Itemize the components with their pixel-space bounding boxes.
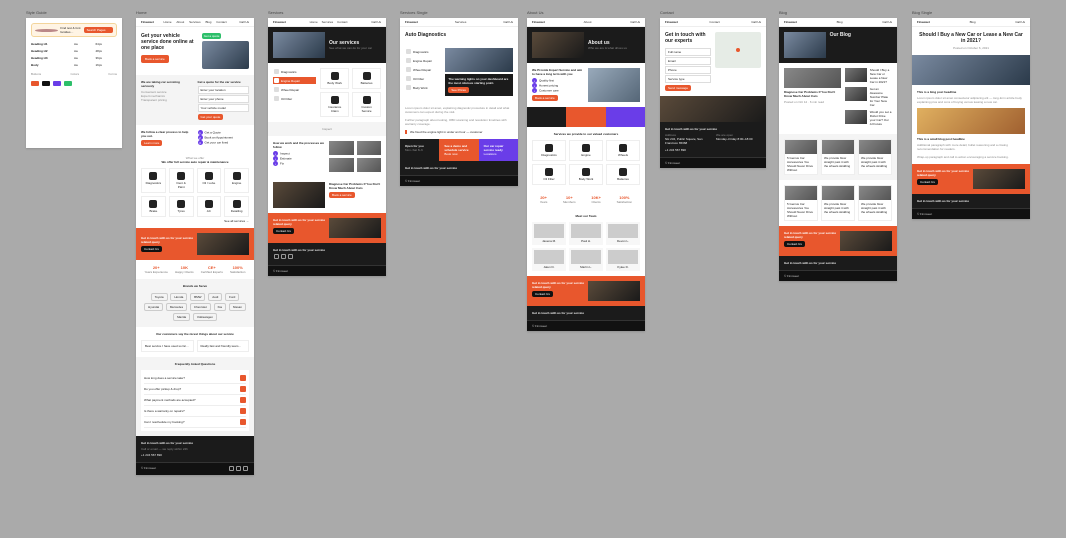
quote-submit[interactable]: Get your quote [198,114,224,120]
site-footer: © Finsweet [136,462,254,475]
artboard-services[interactable]: Services FinsweetHomeServicesContactCall… [268,18,386,276]
blog-grid-item[interactable]: 5 Genius Car Accessories You Should Neve… [784,139,818,175]
contact-submit[interactable]: Send message [665,85,691,91]
team-member[interactable]: Javena M. [532,222,566,245]
contact-field-name[interactable]: Full name [665,48,711,56]
hero-image [202,41,249,69]
featured-post-title[interactable]: Diagnose Car Problems If You Don't Know … [784,90,841,98]
sg-row-label: Heading H1 [31,42,74,46]
field-model[interactable]: Your vehicle model [198,104,250,112]
map[interactable] [715,32,761,68]
primary-nav: Home About Services Blog Contact [162,20,229,24]
service-sidebar: Diagnostics Engine Repair Wheel Repair O… [273,68,316,117]
artboard-blog-single[interactable]: Blog Single FinsweetBlogCall Us Should I… [912,18,1030,219]
sidebar-item[interactable]: Diagnostics [273,68,316,75]
field-phone[interactable]: Enter your phone [198,95,250,103]
blockquote: We fixed the engine light in under an ho… [405,130,513,134]
article-hero-image [912,55,1030,85]
search-button[interactable]: Search Pages [84,27,113,33]
field-location[interactable]: Enter your location [198,86,250,94]
testimonial-card: Best service I have used so far… [141,340,194,352]
logo[interactable]: Finsweet [141,20,154,24]
artboard-blog[interactable]: Blog FinsweetBlogCall Us Our Blog Diagno… [779,18,897,281]
see-all-link[interactable]: See all services → [141,219,249,223]
search-placeholder: Find text & font families… [60,26,83,34]
map-pin-icon [736,48,740,52]
faq-item[interactable]: How long does a service take? [144,373,246,384]
blog-side-item[interactable]: Should I Buy a New Car or Lease a New Ca… [845,68,892,84]
page-title: Auto Diagnostics [405,32,513,38]
hero-badge[interactable]: Get a quote [202,33,222,39]
expand-icon[interactable] [240,375,246,381]
hero-cta[interactable]: Book a service [141,55,169,63]
article-title: Should I Buy a New Car or Lease a New Ca… [917,32,1025,44]
stripe-image [197,233,249,255]
article-inline-image [917,108,1025,134]
color-swatches [31,81,117,87]
artboard-home[interactable]: Home Finsweet Home About Services Blog C… [136,18,254,475]
artboard-service-single[interactable]: Services Single FinsweetServicesCall Us … [400,18,518,186]
diagnostics-icon [274,69,279,74]
diagnostics-icon [149,172,157,180]
styleguide-search[interactable]: Find text & font families… Search Pages [31,23,117,37]
workshop-photo [660,96,766,122]
artboard-about[interactable]: About Us FinsweetAboutCall Us About usWh… [527,18,645,331]
artboard-styleguide[interactable]: Style Guide Find text & font families… S… [26,18,122,148]
artboard-contact[interactable]: Contact FinsweetContactCall Us Get in to… [660,18,766,168]
about-photo [588,68,640,102]
artboard-title: Style Guide [26,10,47,15]
hero-title: Get your vehicle service done online at … [141,33,198,51]
brand-chips: Toyota Honda BMW Audi Ford Hyundai Merce… [141,292,249,322]
artboard-title: Home [136,10,147,15]
service-tile[interactable]: Diagnostics [141,168,166,193]
search-icon [35,29,58,32]
site-header: Finsweet Home About Services Blog Contac… [136,18,254,27]
